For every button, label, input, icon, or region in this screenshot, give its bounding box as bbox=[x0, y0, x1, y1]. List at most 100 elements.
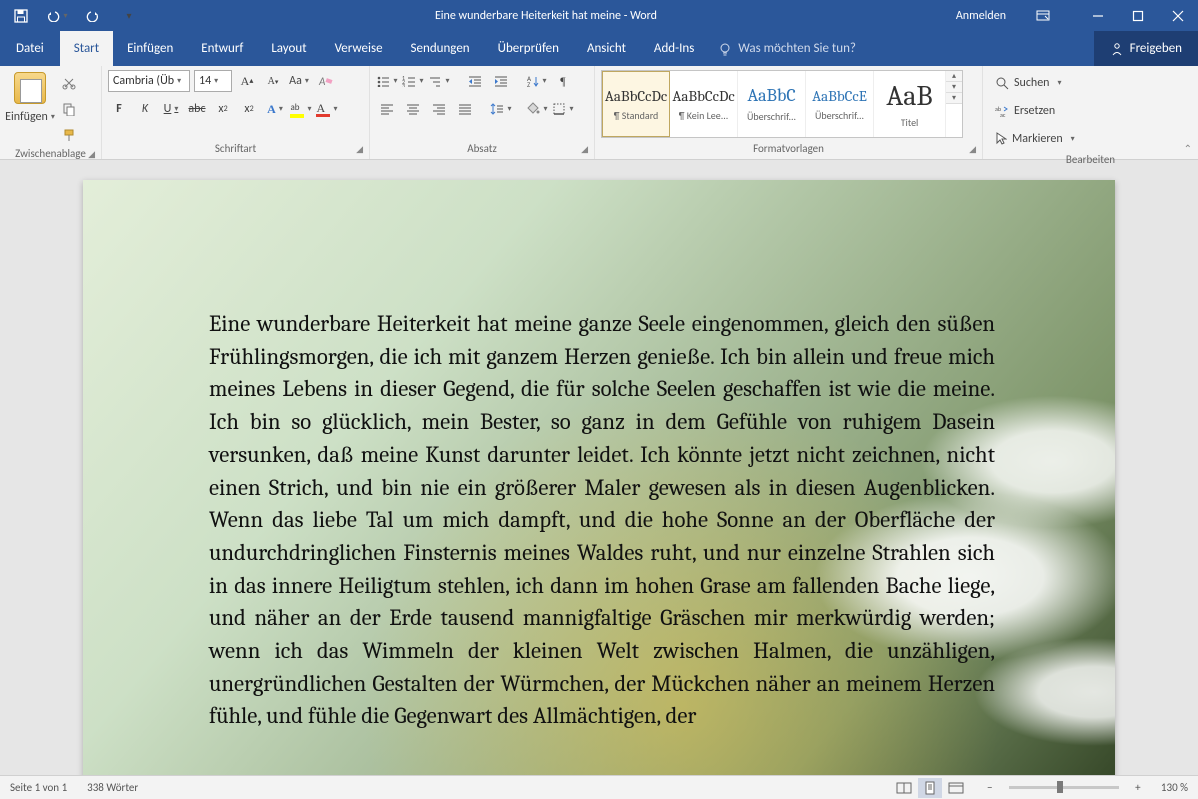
share-icon bbox=[1110, 42, 1124, 56]
font-color-icon[interactable]: A bbox=[316, 98, 338, 120]
tab-addins[interactable]: Add-Ins bbox=[640, 31, 708, 66]
search-icon bbox=[995, 76, 1009, 90]
svg-text:A: A bbox=[318, 75, 326, 88]
font-name-combo[interactable]: Cambria (Üb bbox=[108, 70, 190, 92]
underline-button[interactable]: U bbox=[160, 98, 182, 120]
zoom-level[interactable]: 130 % bbox=[1161, 781, 1188, 794]
document-title: Eine wunderbare Heiterkeit hat meine - W… bbox=[150, 9, 942, 23]
increase-indent-icon[interactable] bbox=[490, 70, 512, 92]
grow-font-icon[interactable]: A▴ bbox=[236, 70, 258, 92]
cut-icon[interactable] bbox=[58, 72, 80, 94]
superscript-button[interactable]: x2 bbox=[238, 98, 260, 120]
style-heading2[interactable]: AaBbCcEÜberschrif... bbox=[806, 71, 874, 137]
decrease-indent-icon[interactable] bbox=[464, 70, 486, 92]
numbering-icon[interactable]: 123 bbox=[402, 70, 424, 92]
page[interactable]: Eine wunderbare Heiterkeit hat meine gan… bbox=[83, 180, 1115, 775]
group-font-label: Schriftart◢ bbox=[108, 141, 363, 157]
shrink-font-icon[interactable]: A▾ bbox=[262, 70, 284, 92]
line-spacing-icon[interactable] bbox=[490, 98, 512, 120]
style-standard[interactable]: AaBbCcDc¶ Standard bbox=[602, 71, 670, 137]
styles-gallery[interactable]: AaBbCcDc¶ Standard AaBbCcDc¶ Kein Lee...… bbox=[601, 70, 963, 138]
italic-button[interactable]: K bbox=[134, 98, 156, 120]
document-body-text[interactable]: Eine wunderbare Heiterkeit hat meine gan… bbox=[83, 180, 1115, 733]
save-icon[interactable] bbox=[10, 5, 32, 27]
change-case-icon[interactable]: Aa bbox=[288, 70, 310, 92]
show-marks-icon[interactable]: ¶ bbox=[552, 70, 574, 92]
tab-design[interactable]: Entwurf bbox=[187, 31, 257, 66]
tell-me-search[interactable]: Was möchten Sie tun? bbox=[708, 31, 866, 66]
tab-view[interactable]: Ansicht bbox=[573, 31, 640, 66]
style-heading1[interactable]: AaBbCÜberschrif... bbox=[738, 71, 806, 137]
bulb-icon bbox=[718, 42, 732, 56]
styles-launcher-icon[interactable]: ◢ bbox=[969, 144, 976, 155]
paste-button[interactable]: Einfügen bbox=[5, 106, 55, 128]
font-size-combo[interactable]: 14 bbox=[194, 70, 232, 92]
share-button[interactable]: Freigeben bbox=[1094, 31, 1198, 66]
undo-icon[interactable] bbox=[46, 5, 68, 27]
group-paragraph-label: Absatz◢ bbox=[376, 141, 588, 157]
tell-me-placeholder: Was möchten Sie tun? bbox=[738, 41, 856, 56]
svg-text:3: 3 bbox=[402, 82, 405, 87]
minimize-icon[interactable] bbox=[1078, 10, 1118, 22]
zoom-out-button[interactable]: − bbox=[978, 778, 1002, 798]
copy-icon[interactable] bbox=[58, 98, 80, 120]
zoom-in-button[interactable]: + bbox=[1126, 778, 1150, 798]
strike-button[interactable]: abc bbox=[186, 98, 208, 120]
status-word-count[interactable]: 338 Wörter bbox=[87, 781, 138, 794]
align-right-icon[interactable] bbox=[428, 98, 450, 120]
gallery-more-icon[interactable]: ▾ bbox=[946, 93, 962, 104]
bullets-icon[interactable] bbox=[376, 70, 398, 92]
status-page[interactable]: Seite 1 von 1 bbox=[10, 781, 67, 794]
gallery-down-icon[interactable]: ▾ bbox=[946, 82, 962, 93]
replace-button[interactable]: abacErsetzen bbox=[995, 100, 1075, 122]
clear-format-icon[interactable]: A bbox=[314, 70, 336, 92]
svg-text:ac: ac bbox=[1000, 111, 1006, 117]
clipboard-launcher-icon[interactable]: ◢ bbox=[88, 149, 95, 160]
tab-insert[interactable]: Einfügen bbox=[113, 31, 187, 66]
group-styles-label: Formatvorlagen◢ bbox=[601, 141, 976, 157]
group-edit-label: Bearbeiten bbox=[989, 152, 1192, 168]
paragraph-launcher-icon[interactable]: ◢ bbox=[581, 144, 588, 155]
select-button[interactable]: Markieren bbox=[995, 128, 1075, 150]
share-label: Freigeben bbox=[1130, 41, 1182, 56]
qat-customize-icon[interactable]: ▾ bbox=[118, 5, 140, 27]
web-layout-icon[interactable] bbox=[944, 778, 968, 798]
close-icon[interactable] bbox=[1158, 10, 1198, 22]
zoom-slider[interactable] bbox=[1009, 786, 1119, 789]
format-painter-icon[interactable] bbox=[58, 124, 80, 146]
redo-icon[interactable] bbox=[82, 5, 104, 27]
font-launcher-icon[interactable]: ◢ bbox=[356, 144, 363, 155]
maximize-icon[interactable] bbox=[1118, 10, 1158, 22]
sign-in-link[interactable]: Anmelden bbox=[956, 9, 1006, 23]
tab-mailings[interactable]: Sendungen bbox=[397, 31, 484, 66]
tab-start[interactable]: Start bbox=[60, 31, 113, 66]
ribbon-display-icon[interactable] bbox=[1022, 10, 1064, 22]
paste-icon[interactable] bbox=[14, 72, 46, 104]
subscript-button[interactable]: x2 bbox=[212, 98, 234, 120]
gallery-up-icon[interactable]: ▴ bbox=[946, 71, 962, 82]
tab-references[interactable]: Verweise bbox=[321, 31, 397, 66]
shading-icon[interactable] bbox=[526, 98, 548, 120]
read-mode-icon[interactable] bbox=[892, 778, 916, 798]
sort-icon[interactable]: AZ bbox=[526, 70, 548, 92]
print-layout-icon[interactable] bbox=[918, 778, 942, 798]
find-button[interactable]: Suchen bbox=[995, 72, 1075, 94]
align-justify-icon[interactable] bbox=[454, 98, 476, 120]
style-title[interactable]: AaBTitel bbox=[874, 71, 946, 137]
collapse-ribbon-icon[interactable]: ⌃ bbox=[1184, 142, 1192, 155]
multilevel-icon[interactable] bbox=[428, 70, 450, 92]
borders-icon[interactable] bbox=[552, 98, 574, 120]
align-left-icon[interactable] bbox=[376, 98, 398, 120]
cursor-icon bbox=[995, 132, 1007, 146]
bold-button[interactable]: F bbox=[108, 98, 130, 120]
tab-file[interactable]: Datei bbox=[0, 31, 60, 66]
style-no-spacing[interactable]: AaBbCcDc¶ Kein Lee... bbox=[670, 71, 738, 137]
document-scroll-area[interactable]: Eine wunderbare Heiterkeit hat meine gan… bbox=[0, 160, 1198, 775]
align-center-icon[interactable] bbox=[402, 98, 424, 120]
group-clipboard-label: Zwischenablage◢ bbox=[6, 146, 95, 162]
tab-review[interactable]: Überprüfen bbox=[484, 31, 573, 66]
replace-icon: abac bbox=[995, 105, 1009, 117]
highlight-icon[interactable]: ab bbox=[290, 98, 312, 120]
text-effects-icon[interactable]: A bbox=[264, 98, 286, 120]
tab-layout[interactable]: Layout bbox=[257, 31, 320, 66]
